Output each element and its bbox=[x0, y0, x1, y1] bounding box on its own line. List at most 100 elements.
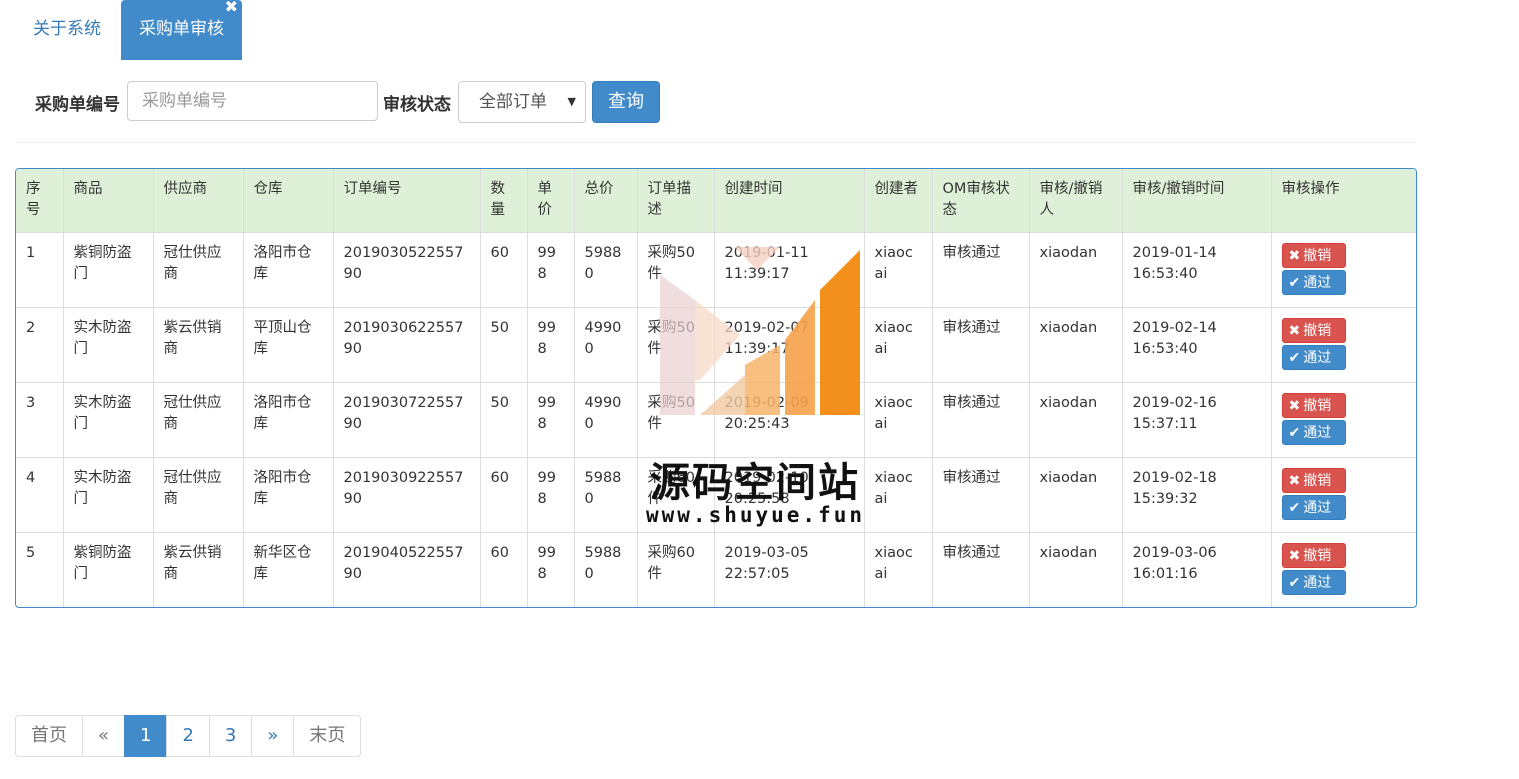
cell-om-status: 审核通过 bbox=[931, 307, 1030, 383]
tab-label: 采购单审核 bbox=[139, 19, 224, 39]
check-icon: ✔ bbox=[1288, 275, 1301, 291]
cell-description: 采购50件 bbox=[636, 232, 715, 308]
cell-unit-price: 998 bbox=[526, 532, 575, 607]
tab-purchase-review[interactable]: 采购单审核 ✖ bbox=[121, 0, 242, 60]
page-last[interactable]: 末页 bbox=[293, 715, 362, 757]
pass-label: 通过 bbox=[1303, 275, 1332, 291]
col-header-actions: 审核操作 bbox=[1270, 169, 1416, 233]
revoke-button[interactable]: ✖ 撤销 bbox=[1281, 468, 1346, 493]
table-row: 2 实木防盗门 紫云供销商 平顶山仓库 201903062255790 50 998 4990… bbox=[16, 307, 1416, 383]
cell-actions: ✖ 撤销 ✔ 通过 bbox=[1270, 532, 1416, 607]
cell-supplier: 冠仕供应商 bbox=[152, 232, 244, 308]
revoke-button[interactable]: ✖ 撤销 bbox=[1281, 318, 1346, 343]
cell-reviewer: xiaodan bbox=[1028, 457, 1123, 533]
search-form: 采购单编号 审核状态 全部订单 ▼ 查询 bbox=[15, 62, 1416, 143]
pass-label: 通过 bbox=[1303, 500, 1332, 516]
revoke-button[interactable]: ✖ 撤销 bbox=[1281, 243, 1346, 268]
query-button[interactable]: 查询 bbox=[592, 81, 660, 123]
cell-quantity: 60 bbox=[479, 457, 528, 533]
cell-description: 采购60件 bbox=[636, 532, 715, 607]
cell-created-time: 2019-02-10 20:25:58 bbox=[713, 457, 865, 533]
cell-quantity: 50 bbox=[479, 307, 528, 383]
cell-unit-price: 998 bbox=[526, 232, 575, 308]
cell-creator: xiaocai bbox=[863, 382, 933, 458]
cell-om-status: 审核通过 bbox=[931, 232, 1030, 308]
close-icon: ✖ bbox=[1288, 323, 1301, 339]
pass-button[interactable]: ✔ 通过 bbox=[1281, 270, 1346, 295]
cell-warehouse: 新华区仓库 bbox=[242, 532, 334, 607]
cell-total: 49900 bbox=[573, 307, 638, 383]
close-icon[interactable]: ✖ bbox=[225, 0, 238, 36]
caret-down-icon: ▼ bbox=[567, 95, 576, 108]
cell-supplier: 紫云供销商 bbox=[152, 532, 244, 607]
revoke-label: 撤销 bbox=[1303, 548, 1332, 564]
cell-review-time: 2019-02-16 15:37:11 bbox=[1121, 382, 1272, 458]
status-select[interactable]: 全部订单 ▼ bbox=[458, 81, 586, 123]
cell-description: 采购50件 bbox=[636, 307, 715, 383]
tab-about-system[interactable]: 关于系统 bbox=[15, 0, 119, 60]
tab-bar: 关于系统 采购单审核 ✖ bbox=[15, 0, 242, 62]
check-icon: ✔ bbox=[1288, 500, 1301, 516]
page-next[interactable]: » bbox=[251, 715, 295, 757]
pass-label: 通过 bbox=[1303, 350, 1332, 366]
cell-reviewer: xiaodan bbox=[1028, 232, 1123, 308]
cell-warehouse: 洛阳市仓库 bbox=[242, 382, 334, 458]
pass-button[interactable]: ✔ 通过 bbox=[1281, 570, 1346, 595]
revoke-button[interactable]: ✖ 撤销 bbox=[1281, 543, 1346, 568]
cell-product: 实木防盗门 bbox=[62, 382, 154, 458]
cell-supplier: 冠仕供应商 bbox=[152, 382, 244, 458]
col-header-product: 商品 bbox=[62, 169, 154, 233]
page-first[interactable]: 首页 bbox=[15, 715, 83, 757]
cell-product: 紫铜防盗门 bbox=[62, 532, 154, 607]
table-row: 1 紫铜防盗门 冠仕供应商 洛阳市仓库 201903052255790 60 998 5988… bbox=[16, 232, 1416, 308]
cell-supplier: 紫云供销商 bbox=[152, 307, 244, 383]
orders-table: 序号 商品 供应商 仓库 订单编号 数量 单价 总价 订单描述 创建时间 创建者… bbox=[15, 168, 1417, 608]
cell-product: 实木防盗门 bbox=[62, 457, 154, 533]
cell-order-no: 201904052255790 bbox=[332, 532, 481, 607]
cell-creator: xiaocai bbox=[863, 232, 933, 308]
table-row: 4 实木防盗门 冠仕供应商 洛阳市仓库 201903092255790 60 998 5988… bbox=[16, 457, 1416, 533]
cell-om-status: 审核通过 bbox=[931, 532, 1030, 607]
check-icon: ✔ bbox=[1288, 575, 1301, 591]
cell-total: 49900 bbox=[573, 382, 638, 458]
col-header-description: 订单描述 bbox=[636, 169, 715, 233]
pass-button[interactable]: ✔ 通过 bbox=[1281, 495, 1346, 520]
pass-label: 通过 bbox=[1303, 425, 1332, 441]
revoke-label: 撤销 bbox=[1303, 398, 1332, 414]
cell-quantity: 50 bbox=[479, 382, 528, 458]
check-icon: ✔ bbox=[1288, 425, 1301, 441]
cell-warehouse: 洛阳市仓库 bbox=[242, 457, 334, 533]
cell-unit-price: 998 bbox=[526, 382, 575, 458]
cell-om-status: 审核通过 bbox=[931, 382, 1030, 458]
cell-review-time: 2019-01-14 16:53:40 bbox=[1121, 232, 1272, 308]
col-header-order-no: 订单编号 bbox=[332, 169, 481, 233]
status-select-value: 全部订单 bbox=[479, 92, 547, 112]
cell-review-time: 2019-02-18 15:39:32 bbox=[1121, 457, 1272, 533]
revoke-label: 撤销 bbox=[1303, 323, 1332, 339]
revoke-label: 撤销 bbox=[1303, 248, 1332, 264]
pass-button[interactable]: ✔ 通过 bbox=[1281, 420, 1346, 445]
cell-description: 采购50件 bbox=[636, 382, 715, 458]
col-header-created-time: 创建时间 bbox=[713, 169, 865, 233]
pass-button[interactable]: ✔ 通过 bbox=[1281, 345, 1346, 370]
table-header-row: 序号 商品 供应商 仓库 订单编号 数量 单价 总价 订单描述 创建时间 创建者… bbox=[16, 169, 1416, 233]
order-no-input[interactable] bbox=[127, 81, 378, 121]
cell-creator: xiaocai bbox=[863, 532, 933, 607]
pagination: 首页 « 1 2 3 » 末页 bbox=[15, 715, 362, 757]
close-icon: ✖ bbox=[1288, 398, 1301, 414]
cell-order-no: 201903092255790 bbox=[332, 457, 481, 533]
page-1[interactable]: 1 bbox=[124, 715, 168, 757]
status-label: 审核状态 bbox=[383, 95, 451, 115]
close-icon: ✖ bbox=[1288, 548, 1301, 564]
cell-unit-price: 998 bbox=[526, 457, 575, 533]
cell-index: 5 bbox=[16, 532, 64, 607]
revoke-label: 撤销 bbox=[1303, 473, 1332, 489]
revoke-button[interactable]: ✖ 撤销 bbox=[1281, 393, 1346, 418]
table-row: 3 实木防盗门 冠仕供应商 洛阳市仓库 201903072255790 50 998 4990… bbox=[16, 382, 1416, 458]
cell-actions: ✖ 撤销 ✔ 通过 bbox=[1270, 307, 1416, 383]
page-3[interactable]: 3 bbox=[208, 715, 253, 757]
page-2[interactable]: 2 bbox=[166, 715, 210, 757]
cell-quantity: 60 bbox=[479, 232, 528, 308]
cell-warehouse: 洛阳市仓库 bbox=[242, 232, 334, 308]
page-prev[interactable]: « bbox=[82, 715, 126, 757]
